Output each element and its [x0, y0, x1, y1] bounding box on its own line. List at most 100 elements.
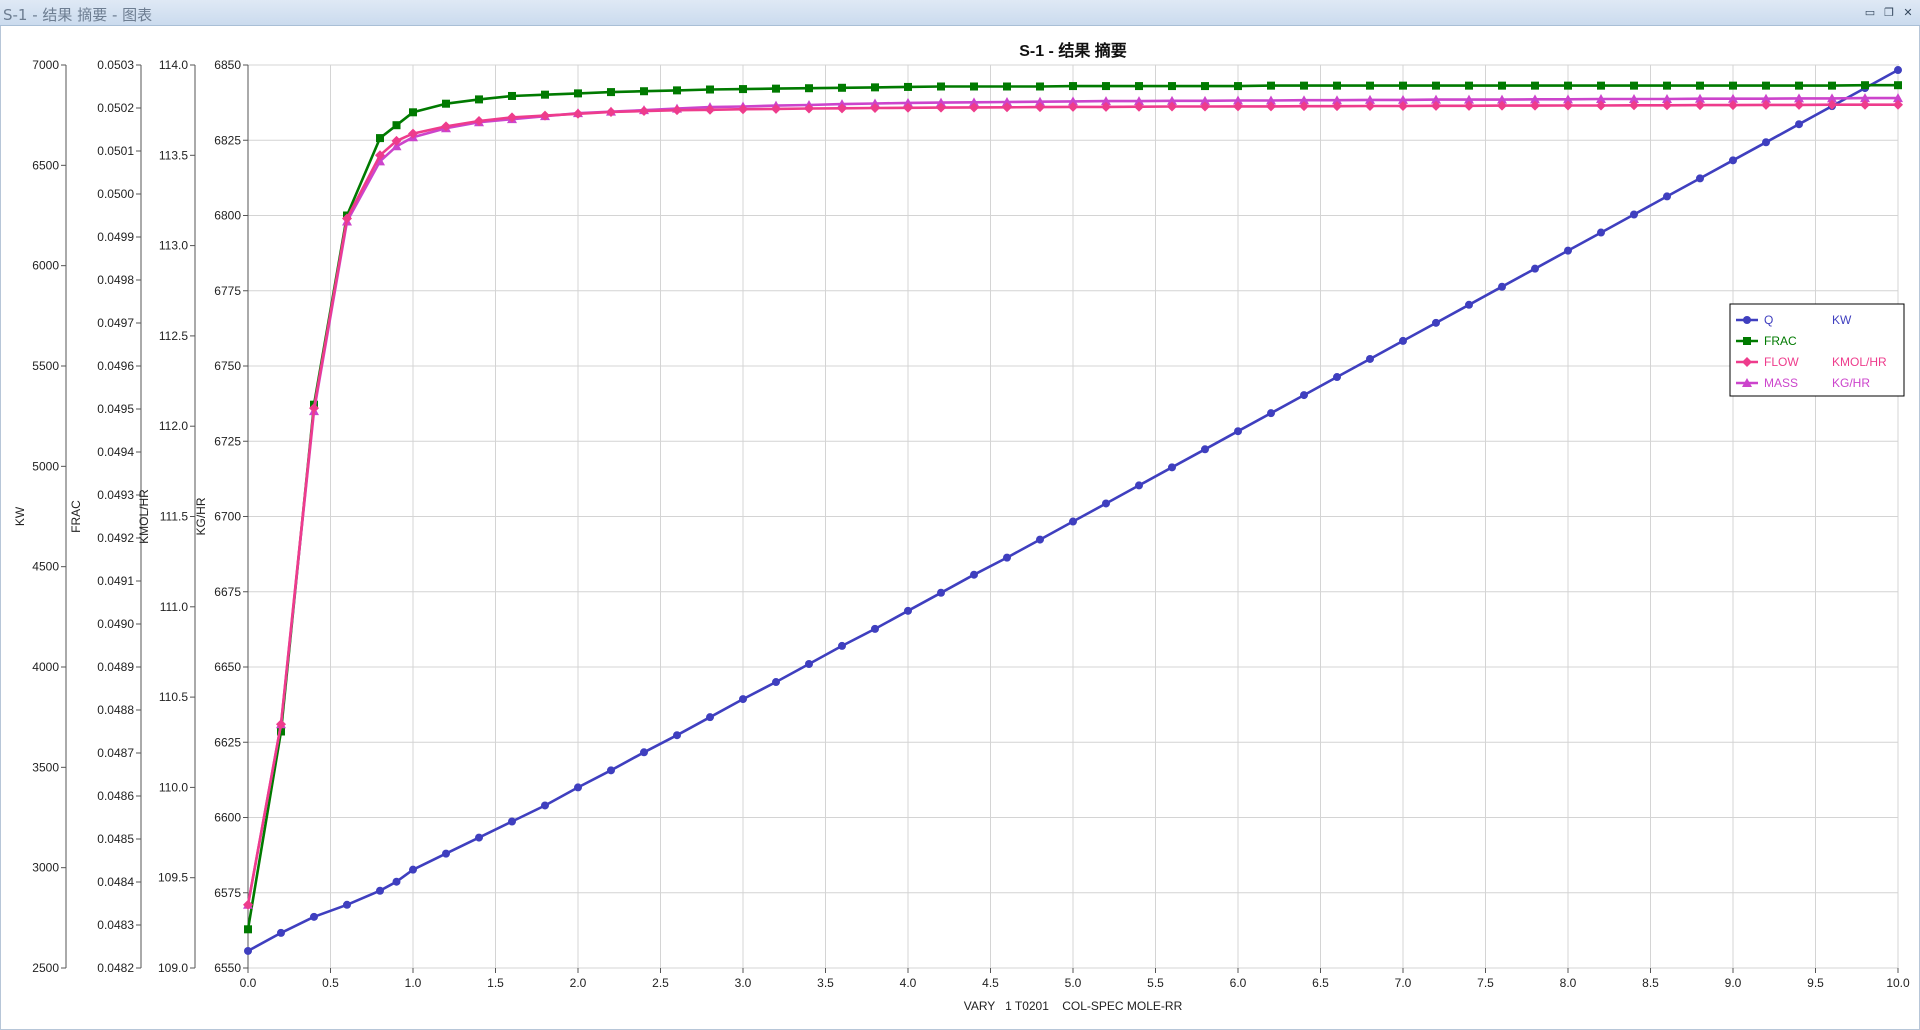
- data-point-frac: [1894, 81, 1902, 90]
- y-tick-label-frac: 0.0502: [97, 101, 134, 115]
- data-point-q: [1795, 120, 1803, 129]
- y-tick-label-kw: 5500: [32, 359, 59, 373]
- data-point-frac: [1399, 81, 1407, 90]
- data-point-frac: [1333, 81, 1341, 90]
- x-tick-label: 4.5: [982, 976, 999, 990]
- data-point-q: [1102, 499, 1110, 508]
- legend-marker-frac: [1743, 337, 1751, 345]
- data-point-frac: [937, 82, 945, 91]
- data-point-q: [937, 588, 945, 597]
- data-point-frac: [1729, 81, 1737, 90]
- chart: S-1 - 结果 摘要 0.0 0.5 1.0 1.5 2.0 2.5 3.0 3.5 4.0 4…: [13, 41, 1910, 1013]
- data-point-frac: [1300, 81, 1308, 90]
- data-point-frac: [1036, 82, 1044, 91]
- data-point-q: [277, 928, 285, 937]
- data-point-frac: [1531, 81, 1539, 90]
- data-point-q: [1531, 264, 1539, 273]
- y-tick-label-kw: 4000: [32, 660, 59, 674]
- y-tick-label-kmol: 109.5: [158, 871, 188, 885]
- y-tick-label-kg: 6750: [214, 359, 241, 373]
- y-tick-label-frac: 0.0493: [97, 488, 134, 502]
- legend-item-mass: MASS: [1764, 376, 1798, 390]
- data-point-q: [706, 713, 714, 722]
- legend-item-q: Q: [1764, 313, 1773, 327]
- data-point-frac: [871, 83, 879, 92]
- data-point-frac: [1696, 81, 1704, 90]
- x-tick-label: 7.5: [1477, 976, 1494, 990]
- grid: [247, 64, 1899, 969]
- y-tick-label-kmol: 110.5: [159, 690, 188, 704]
- y-tick-label-frac: 0.0501: [97, 144, 134, 158]
- y-tick-label-kg: 6825: [214, 133, 241, 147]
- y-tick-label-frac: 0.0486: [97, 789, 134, 803]
- data-point-frac: [541, 90, 549, 99]
- data-point-q: [1597, 228, 1605, 237]
- data-point-q: [1762, 138, 1770, 147]
- data-point-frac: [1828, 81, 1836, 90]
- y-tick-label-kmol: 111.0: [160, 600, 189, 614]
- data-point-q: [838, 641, 846, 650]
- data-point-q: [970, 570, 978, 579]
- y-tick-label-kw: 3500: [32, 760, 59, 774]
- x-tick-label: 5.0: [1065, 976, 1082, 990]
- data-point-q: [343, 900, 351, 909]
- y-tick-label-frac: 0.0488: [97, 703, 134, 717]
- x-tick-label: 0.5: [322, 976, 339, 990]
- data-point-frac: [607, 88, 615, 97]
- data-point-q: [1135, 481, 1143, 490]
- y-tick-label-frac: 0.0482: [97, 961, 134, 975]
- data-point-q: [310, 912, 318, 921]
- data-point-frac: [475, 95, 483, 104]
- y-tick-label-kw: 2500: [32, 961, 59, 975]
- y-tick-label-kg: 6850: [214, 58, 241, 72]
- data-point-frac: [409, 108, 417, 117]
- data-point-q: [508, 817, 516, 826]
- y-tick-label-frac: 0.0498: [97, 273, 134, 287]
- x-tick-label: 1.5: [487, 976, 504, 990]
- chart-title: S-1 - 结果 摘要: [1019, 41, 1127, 60]
- data-point-frac: [244, 925, 252, 934]
- data-point-frac: [1795, 81, 1803, 90]
- data-point-q: [1630, 210, 1638, 219]
- data-point-q: [1234, 427, 1242, 436]
- legend-unit-mass: KG/HR: [1832, 376, 1870, 390]
- y-tick-label-kmol: 109.0: [158, 961, 188, 975]
- data-point-frac: [1168, 82, 1176, 91]
- data-point-q: [1300, 391, 1308, 400]
- data-point-frac: [673, 86, 681, 95]
- data-point-q: [475, 833, 483, 842]
- y-axis-label-frac: FRAC: [69, 500, 83, 533]
- data-point-q: [1894, 66, 1902, 75]
- y-tick-label-kg: 6550: [214, 961, 241, 975]
- y-tick-label-kmol: 112.5: [159, 329, 188, 343]
- data-point-frac: [739, 85, 747, 94]
- data-point-frac: [1003, 82, 1011, 91]
- data-point-q: [1069, 517, 1077, 526]
- legend-item-flow: FLOW: [1764, 355, 1799, 369]
- x-tick-label: 9.0: [1725, 976, 1742, 990]
- data-point-frac: [805, 84, 813, 93]
- data-point-frac: [1234, 82, 1242, 91]
- y-axis-label-kmol: KMOL/HR: [137, 489, 151, 544]
- data-point-frac: [706, 85, 714, 94]
- data-point-q: [1267, 409, 1275, 418]
- y-tick-label-kw: 6000: [32, 259, 59, 273]
- data-point-q: [1663, 192, 1671, 201]
- data-point-frac: [1564, 81, 1572, 90]
- data-point-frac: [1432, 81, 1440, 90]
- data-point-q: [805, 659, 813, 668]
- data-point-frac: [970, 82, 978, 91]
- y-tick-label-frac: 0.0491: [97, 574, 134, 588]
- y-tick-label-kg: 6800: [214, 209, 241, 223]
- x-tick-label: 8.5: [1642, 976, 1659, 990]
- legend[interactable]: Q KW FRAC FLOW KMOL/HR MASS KG/HR: [1729, 303, 1905, 397]
- x-tick-label: 5.5: [1147, 976, 1164, 990]
- data-point-q: [409, 865, 417, 874]
- data-point-q: [1399, 336, 1407, 345]
- data-point-q: [772, 678, 780, 687]
- x-tick-label: 6.0: [1230, 976, 1247, 990]
- data-point-q: [1696, 174, 1704, 183]
- data-point-q: [673, 731, 681, 740]
- data-point-q: [1366, 354, 1374, 363]
- y-tick-label-kmol: 112.0: [159, 419, 188, 433]
